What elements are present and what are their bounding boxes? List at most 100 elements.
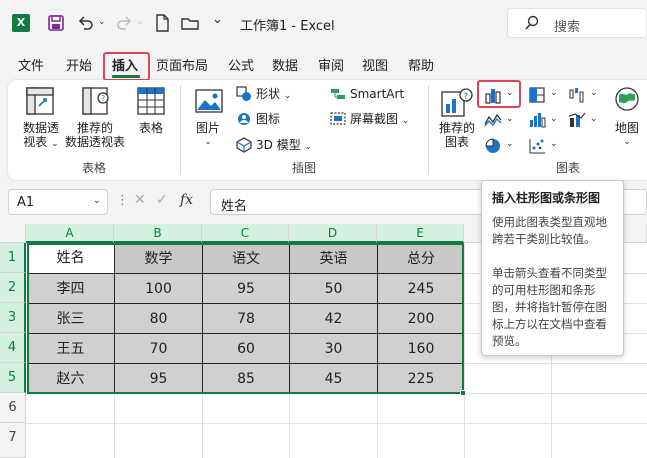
hierarchy-chart-icon[interactable]	[528, 86, 546, 104]
cell-a4[interactable]: 王五	[27, 334, 114, 364]
cell-a5[interactable]: 赵六	[27, 364, 114, 394]
customize-toolbar-icon[interactable]: ⌄	[212, 12, 223, 27]
cell-b5[interactable]: 95	[115, 364, 202, 394]
tab-file[interactable]: 文件	[18, 55, 44, 74]
map-icon[interactable]	[614, 86, 640, 112]
open-folder-icon[interactable]	[180, 13, 200, 33]
map-button[interactable]: 地图 ⌄	[610, 121, 644, 149]
tab-review[interactable]: 审阅	[318, 55, 344, 74]
table-button[interactable]: 表格	[134, 121, 168, 135]
hierarchy-chart-dropdown-icon[interactable]: ⌄	[550, 88, 558, 98]
cell-c3[interactable]: 78	[203, 304, 289, 334]
line-chart-dropdown-icon[interactable]: ⌄	[506, 114, 514, 124]
table-border	[27, 303, 464, 304]
row-header-1[interactable]: 1	[0, 243, 26, 273]
name-box[interactable]: A1 ⌄	[8, 189, 108, 215]
cell-e4[interactable]: 160	[378, 334, 464, 364]
new-file-icon[interactable]	[152, 13, 172, 33]
row-header-3[interactable]: 3	[0, 303, 26, 333]
tab-data[interactable]: 数据	[272, 55, 298, 74]
cell-a1[interactable]: 姓名	[27, 243, 114, 273]
enter-icon[interactable]: ✓	[156, 192, 168, 208]
column-header-a[interactable]: A	[26, 224, 114, 243]
icons-button[interactable]: 图标	[256, 112, 280, 126]
tab-page-layout[interactable]: 页面布局	[156, 55, 208, 74]
cell-d2[interactable]: 50	[290, 274, 377, 304]
pivot-table-button[interactable]: 数据透 视表 ⌄	[18, 121, 64, 151]
tab-view[interactable]: 视图	[362, 55, 388, 74]
cell-c5[interactable]: 85	[203, 364, 289, 394]
cell-e1[interactable]: 总分	[378, 244, 464, 274]
pivot-table-icon[interactable]	[24, 86, 56, 116]
column-header-e[interactable]: E	[377, 224, 464, 243]
row-header-7[interactable]: 7	[0, 423, 26, 458]
combo-chart-icon[interactable]	[568, 112, 586, 128]
recommended-charts-label-2: 图表	[444, 135, 469, 149]
table-border	[27, 333, 464, 334]
column-header-b[interactable]: B	[114, 224, 202, 243]
row-header-6[interactable]: 6	[0, 393, 26, 423]
tooltip-description: 使用此图表类型直观地跨若干类别比较值。	[492, 215, 607, 246]
cell-e5[interactable]: 225	[378, 364, 464, 394]
row-header-4[interactable]: 4	[0, 333, 26, 363]
cell-e3[interactable]: 200	[378, 304, 464, 334]
smartart-button[interactable]: SmartArt	[350, 87, 404, 101]
cell-a3[interactable]: 张三	[27, 304, 114, 334]
cell-c2[interactable]: 95	[203, 274, 289, 304]
line-chart-icon[interactable]	[484, 112, 502, 128]
column-header-c[interactable]: C	[202, 224, 289, 243]
scatter-chart-icon[interactable]	[528, 137, 546, 155]
cell-c1[interactable]: 语文	[203, 244, 289, 274]
screenshot-button[interactable]: 屏幕截图 ⌄	[350, 112, 409, 128]
undo-dropdown-icon[interactable]: ⌄	[98, 17, 106, 27]
cancel-icon[interactable]: ✕	[134, 192, 146, 208]
cell-d3[interactable]: 42	[290, 304, 377, 334]
recommended-charts-icon[interactable]: ?	[440, 86, 474, 118]
recommended-pivot-label-1: 推荐的	[76, 121, 113, 135]
waterfall-chart-dropdown-icon[interactable]: ⌄	[590, 88, 598, 98]
cell-b3[interactable]: 80	[115, 304, 202, 334]
cell-e2[interactable]: 245	[378, 274, 464, 304]
pivot-table-label-1: 数据透	[22, 121, 59, 135]
cell-d5[interactable]: 45	[290, 364, 377, 394]
statistic-chart-icon[interactable]	[528, 112, 546, 128]
column-header-d[interactable]: D	[289, 224, 377, 243]
recommended-pivot-icon[interactable]: ?	[80, 86, 112, 116]
cell-c4[interactable]: 60	[203, 334, 289, 364]
row-header-5[interactable]: 5	[0, 363, 26, 393]
more-options-icon[interactable]: ⋮	[116, 193, 129, 208]
pie-chart-icon[interactable]	[484, 137, 502, 155]
redo-icon[interactable]	[114, 13, 134, 33]
tab-help[interactable]: 帮助	[408, 55, 434, 74]
shapes-button[interactable]: 形状 ⌄	[256, 87, 291, 103]
fill-handle[interactable]	[460, 390, 466, 396]
name-box-dropdown-icon[interactable]: ⌄	[93, 196, 101, 206]
scatter-chart-dropdown-icon[interactable]: ⌄	[550, 139, 558, 149]
tab-home[interactable]: 开始	[66, 55, 92, 74]
save-icon[interactable]	[46, 13, 66, 33]
picture-button[interactable]: 图片 ⌄	[190, 121, 226, 149]
cell-b1[interactable]: 数学	[115, 244, 202, 274]
table-icon[interactable]	[136, 86, 166, 116]
cell-d1[interactable]: 英语	[290, 244, 377, 274]
waterfall-chart-icon[interactable]	[568, 86, 586, 104]
tab-formulas[interactable]: 公式	[228, 55, 254, 74]
insert-function-icon[interactable]: fx	[180, 192, 193, 208]
combo-chart-dropdown-icon[interactable]: ⌄	[590, 114, 598, 124]
redo-dropdown-icon[interactable]: ⌄	[136, 17, 144, 27]
search-box[interactable]: 搜索	[507, 8, 647, 38]
recommended-pivot-button[interactable]: 推荐的 数据透视表	[62, 121, 128, 149]
picture-icon[interactable]	[194, 88, 224, 114]
row-header-2[interactable]: 2	[0, 273, 26, 303]
statistic-chart-dropdown-icon[interactable]: ⌄	[550, 114, 558, 124]
pie-chart-dropdown-icon[interactable]: ⌄	[506, 139, 514, 149]
undo-icon[interactable]	[76, 13, 96, 33]
3d-model-button[interactable]: 3D 模型 ⌄	[256, 138, 312, 154]
cell-b2[interactable]: 100	[115, 274, 202, 304]
cell-a2[interactable]: 李四	[27, 274, 114, 304]
cell-b4[interactable]: 70	[115, 334, 202, 364]
column-bar-chart-button[interactable]	[477, 80, 521, 108]
select-all-corner[interactable]	[0, 224, 26, 243]
cell-d4[interactable]: 30	[290, 334, 377, 364]
recommended-charts-button[interactable]: 推荐的 图表	[434, 121, 480, 149]
